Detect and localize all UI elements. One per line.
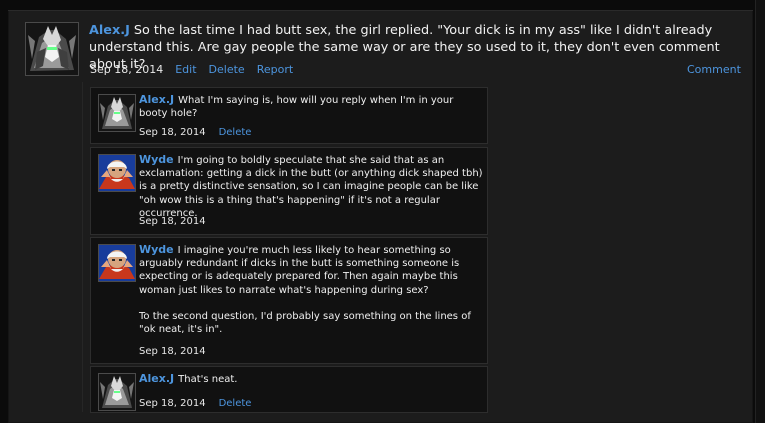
reply-content: Alex.J What I'm saying is, how will you r… [139, 93, 484, 120]
wrestler-icon [99, 245, 135, 281]
reply-date: Sep 18, 2014 [139, 216, 206, 227]
reply-author-link[interactable]: Alex.J [139, 93, 174, 106]
robot-icon [26, 23, 78, 75]
post-author-avatar[interactable] [25, 22, 79, 76]
reply-message: I imagine you're much less likely to hea… [139, 245, 460, 296]
reply-author-avatar[interactable] [98, 373, 136, 411]
reply-date: Sep 18, 2014 [139, 398, 206, 409]
post-meta: Sep 18, 2014 Edit Delete Report [90, 63, 305, 77]
reply-thread-line [82, 82, 83, 412]
robot-icon [99, 374, 135, 410]
reply-message: I'm going to boldly speculate that she s… [139, 155, 483, 219]
edit-button[interactable]: Edit [175, 63, 196, 76]
reply-author-link[interactable]: Alex.J [139, 372, 174, 385]
reply-meta: Sep 18, 2014 [139, 216, 206, 228]
reply-content: Wyde I imagine you're much less likely to… [139, 243, 484, 336]
reply-meta: Sep 18, 2014 Delete [139, 127, 251, 139]
reply-author-link[interactable]: Wyde [139, 153, 174, 166]
reply-author-avatar[interactable] [98, 244, 136, 282]
reply-date: Sep 18, 2014 [139, 127, 206, 138]
reply-meta: Sep 18, 2014 Delete [139, 398, 251, 410]
comment-button[interactable]: Comment [687, 63, 741, 77]
reply-date: Sep 18, 2014 [139, 346, 206, 357]
reply-content: Wyde I'm going to boldly speculate that s… [139, 153, 484, 220]
post-date: Sep 18, 2014 [90, 63, 164, 76]
wrestler-icon [99, 155, 135, 191]
reply-meta: Sep 18, 2014 [139, 346, 206, 358]
reply-item: Alex.J That's neat. Sep 18, 2014 Delete [90, 366, 488, 413]
reply-content: Alex.J That's neat. [139, 372, 484, 386]
post-author-link[interactable]: Alex.J [89, 23, 130, 38]
report-button[interactable]: Report [257, 63, 293, 76]
panel-top-border [8, 10, 753, 11]
reply-author-link[interactable]: Wyde [139, 243, 174, 256]
reply-author-avatar[interactable] [98, 94, 136, 132]
scrollbar-track[interactable] [755, 0, 765, 423]
reply-message-paragraph: To the second question, I'd probably say… [139, 310, 471, 336]
reply-item: Alex.J What I'm saying is, how will you r… [90, 87, 488, 144]
robot-icon [99, 95, 135, 131]
reply-item: Wyde I imagine you're much less likely to… [90, 237, 488, 364]
reply-message: That's neat. [178, 374, 238, 385]
reply-author-avatar[interactable] [98, 154, 136, 192]
reply-delete-button[interactable]: Delete [219, 398, 252, 409]
reply-message: What I'm saying is, how will you reply w… [139, 95, 454, 120]
delete-button[interactable]: Delete [209, 63, 245, 76]
reply-item: Wyde I'm going to boldly speculate that s… [90, 147, 488, 235]
reply-delete-button[interactable]: Delete [219, 127, 252, 138]
